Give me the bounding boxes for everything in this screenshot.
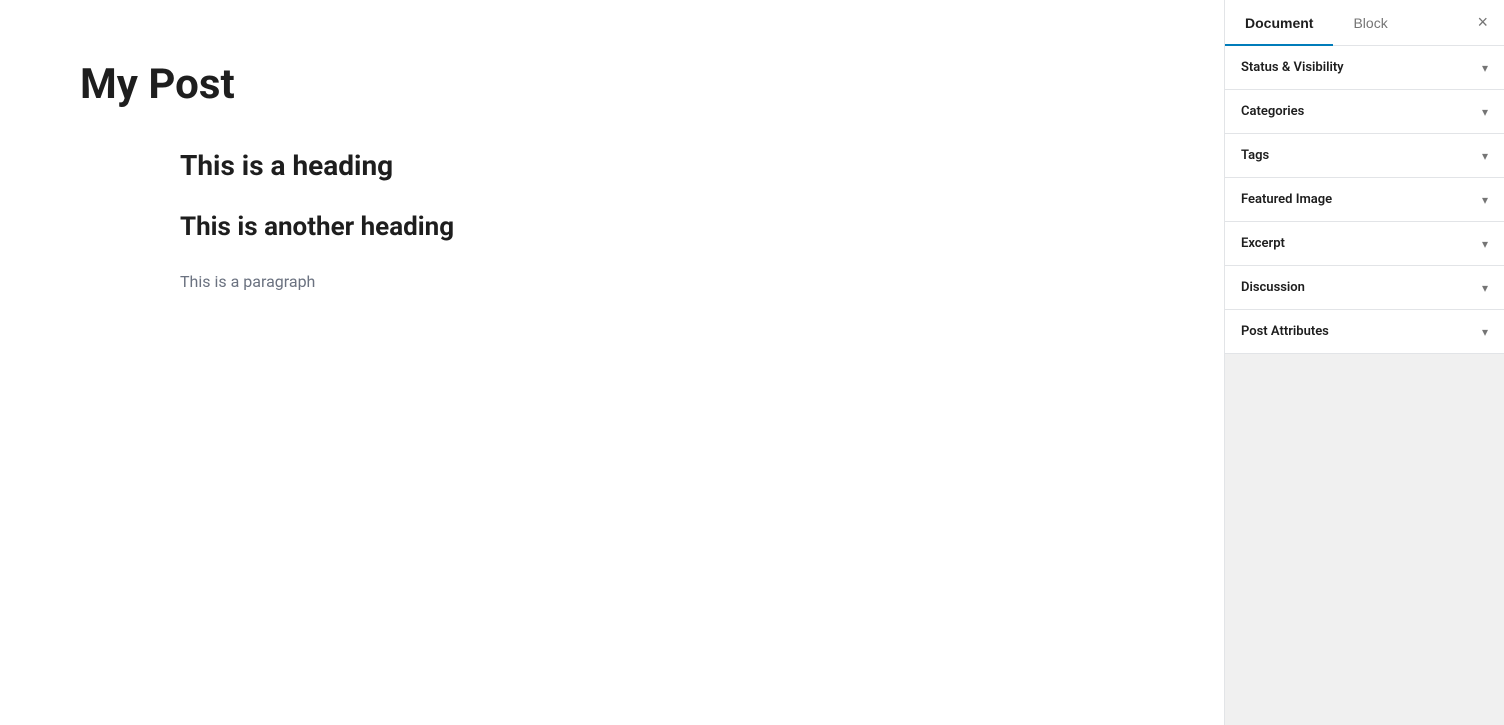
close-button[interactable]: × bbox=[1461, 0, 1504, 45]
sidebar-header: Document Block × bbox=[1225, 0, 1504, 46]
panel-status-visibility[interactable]: Status & Visibility ▾ bbox=[1225, 46, 1504, 90]
sidebar-panels: Status & Visibility ▾ Categories ▾ Tags … bbox=[1225, 46, 1504, 725]
panel-excerpt-label: Excerpt bbox=[1241, 236, 1285, 251]
panel-status-visibility-label: Status & Visibility bbox=[1241, 60, 1344, 75]
panel-tags[interactable]: Tags ▾ bbox=[1225, 134, 1504, 178]
chevron-down-icon: ▾ bbox=[1482, 61, 1488, 75]
panel-categories-label: Categories bbox=[1241, 104, 1304, 119]
tab-document[interactable]: Document bbox=[1225, 1, 1333, 45]
panel-categories[interactable]: Categories ▾ bbox=[1225, 90, 1504, 134]
paragraph-text[interactable]: This is a paragraph bbox=[180, 272, 1144, 291]
chevron-down-icon: ▾ bbox=[1482, 105, 1488, 119]
heading-1[interactable]: This is a heading bbox=[180, 149, 1144, 182]
chevron-down-icon: ▾ bbox=[1482, 325, 1488, 339]
panel-tags-label: Tags bbox=[1241, 148, 1269, 163]
panel-post-attributes[interactable]: Post Attributes ▾ bbox=[1225, 310, 1504, 354]
panel-featured-image[interactable]: Featured Image ▾ bbox=[1225, 178, 1504, 222]
heading-2[interactable]: This is another heading bbox=[180, 212, 1144, 242]
sidebar: Document Block × Status & Visibility ▾ C… bbox=[1224, 0, 1504, 725]
panel-post-attributes-label: Post Attributes bbox=[1241, 324, 1329, 339]
sidebar-bottom-space bbox=[1225, 354, 1504, 434]
editor-area[interactable]: My Post This is a heading This is anothe… bbox=[0, 0, 1224, 725]
content-area: This is a heading This is another headin… bbox=[80, 149, 1144, 291]
panel-discussion-label: Discussion bbox=[1241, 280, 1305, 295]
panel-featured-image-label: Featured Image bbox=[1241, 192, 1332, 207]
tab-block[interactable]: Block bbox=[1333, 1, 1407, 45]
panel-excerpt[interactable]: Excerpt ▾ bbox=[1225, 222, 1504, 266]
post-title[interactable]: My Post bbox=[80, 60, 1144, 109]
panel-discussion[interactable]: Discussion ▾ bbox=[1225, 266, 1504, 310]
chevron-down-icon: ▾ bbox=[1482, 149, 1488, 163]
chevron-down-icon: ▾ bbox=[1482, 237, 1488, 251]
chevron-down-icon: ▾ bbox=[1482, 281, 1488, 295]
chevron-down-icon: ▾ bbox=[1482, 193, 1488, 207]
